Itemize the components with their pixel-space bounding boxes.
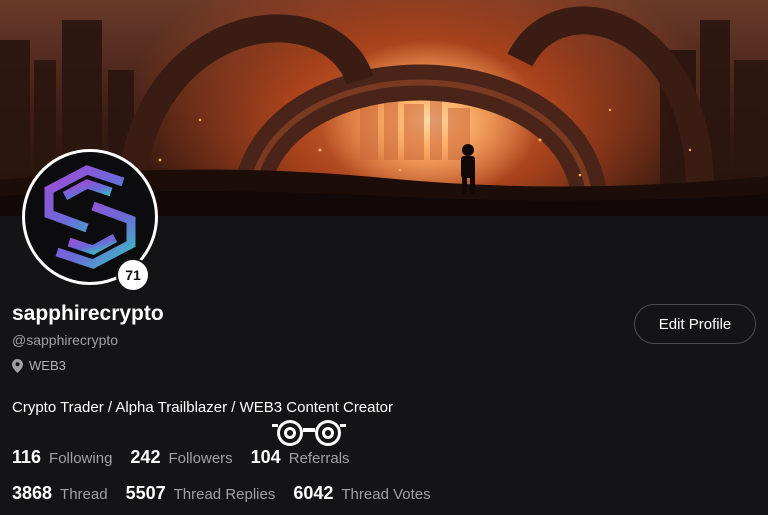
stats-row-threads: 3868 Thread 5507 Thread Replies 6042 Thr…	[12, 483, 449, 504]
stat-following[interactable]: 116 Following	[12, 447, 112, 468]
profile-bio: Crypto Trader / Alpha Trailblazer / WEB3…	[12, 399, 393, 416]
stat-thread[interactable]: 3868 Thread	[12, 483, 108, 504]
stat-label: Thread Replies	[173, 486, 276, 503]
stat-value: 5507	[125, 483, 166, 503]
glasses-icon	[272, 420, 346, 446]
location-label: WEB3	[29, 358, 66, 373]
stat-label: Referrals	[288, 450, 350, 467]
stat-referrals[interactable]: 104 Referrals	[251, 447, 350, 468]
stat-thread-replies[interactable]: 5507 Thread Replies	[126, 483, 276, 504]
stat-label: Following	[49, 450, 113, 467]
stat-value: 3868	[12, 483, 53, 503]
stat-label: Thread Votes	[341, 486, 431, 503]
stat-label: Followers	[168, 450, 233, 467]
stat-value: 242	[130, 447, 161, 467]
stat-thread-votes[interactable]: 6042 Thread Votes	[293, 483, 430, 504]
profile-location: WEB3	[12, 358, 66, 373]
stat-followers[interactable]: 242 Followers	[130, 447, 232, 468]
profile-handle: @sapphirecrypto	[12, 332, 119, 348]
edit-profile-button[interactable]: Edit Profile	[634, 304, 756, 344]
profile-username: sapphirecrypto	[12, 302, 164, 325]
stat-value: 104	[250, 447, 281, 467]
stats-row-social: 116 Following 242 Followers 104 Referral…	[12, 447, 368, 468]
stat-value: 6042	[293, 483, 334, 503]
location-pin-icon	[12, 358, 23, 373]
level-badge: 71	[116, 258, 150, 292]
stat-label: Thread	[60, 486, 108, 503]
stat-value: 116	[12, 447, 42, 467]
